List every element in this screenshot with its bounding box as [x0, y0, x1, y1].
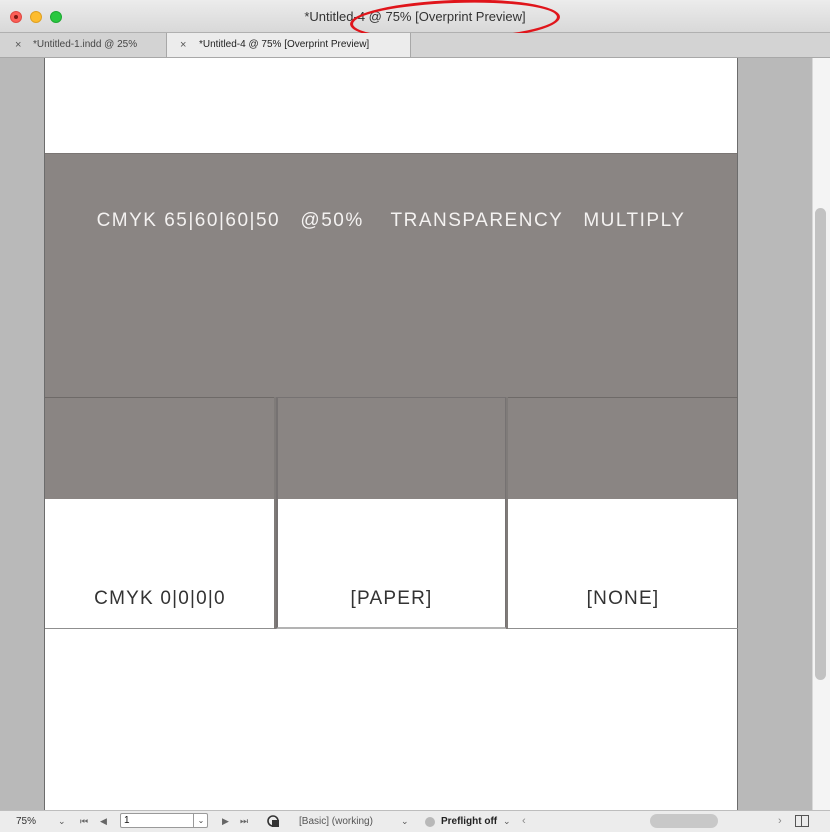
page-chevron-down-icon[interactable]: ⌄	[193, 813, 208, 828]
preflight-status[interactable]: Preflight off	[441, 811, 497, 832]
preflight-status-icon	[425, 817, 435, 827]
vertical-scroll-thumb[interactable]	[815, 208, 826, 680]
band-label: CMYK 65|60|60|50 @50% TRANSPARENCY MULTI…	[96, 210, 686, 231]
last-page-icon[interactable]: ⏭	[240, 811, 248, 832]
status-bar: 75% ⌄ ⏮ ◀ 1 ⌄ ▶ ⏭ [Basic] (working) ⌄ Pr…	[0, 810, 830, 832]
tab-label: *Untitled-1.indd @ 25%	[33, 39, 138, 50]
tab-untitled-4[interactable]: × *Untitled-4 @ 75% [Overprint Preview]	[167, 33, 411, 57]
tab-close-icon[interactable]: ×	[180, 33, 186, 57]
first-page-icon[interactable]: ⏮	[80, 811, 88, 832]
open-document-icon[interactable]	[267, 815, 279, 827]
frame-label-none: [NONE]	[586, 588, 660, 609]
profile-chevron-down-icon[interactable]: ⌄	[401, 811, 409, 832]
document-tab-bar: × *Untitled-1.indd @ 25% × *Untitled-4 @…	[0, 33, 830, 58]
next-page-icon[interactable]: ▶	[222, 811, 229, 832]
zoom-chevron-down-icon[interactable]: ⌄	[58, 811, 66, 832]
previous-page-icon[interactable]: ◀	[100, 811, 107, 832]
frame-label-cmyk: CMYK 0|0|0|0	[94, 588, 226, 609]
tab-close-icon[interactable]: ×	[15, 33, 21, 57]
zoom-level[interactable]: 75%	[16, 811, 36, 832]
frame-label-paper: [PAPER]	[350, 588, 433, 609]
horizontal-scroll-thumb[interactable]	[650, 814, 718, 828]
tab-label: *Untitled-4 @ 75% [Overprint Preview]	[199, 39, 370, 50]
scroll-right-icon[interactable]: ›	[778, 811, 782, 832]
title-bar: *Untitled-4 @ 75% [Overprint Preview]	[0, 0, 830, 45]
tab-untitled-1[interactable]: × *Untitled-1.indd @ 25%	[0, 33, 167, 57]
scroll-left-icon[interactable]: ‹	[522, 811, 526, 832]
indesign-window: *Untitled-4 @ 75% [Overprint Preview] × …	[0, 0, 830, 832]
preflight-profile[interactable]: [Basic] (working)	[299, 811, 373, 832]
preflight-chevron-down-icon[interactable]: ⌄	[503, 811, 511, 832]
split-view-icon[interactable]	[795, 815, 809, 827]
